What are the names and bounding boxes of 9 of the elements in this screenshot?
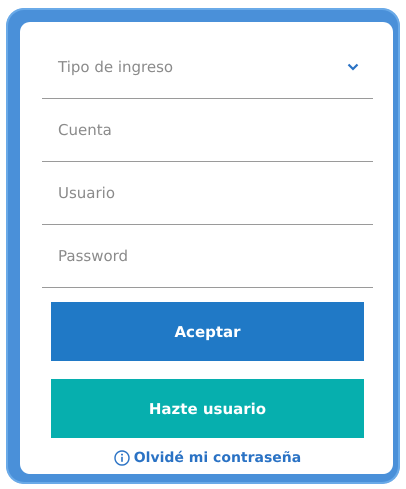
forgot-password-link[interactable]: Olvidé mi contraseña bbox=[114, 450, 302, 466]
input-field[interactable]: Usuario bbox=[42, 162, 373, 225]
type-select[interactable]: Tipo de ingreso bbox=[42, 36, 373, 99]
chevron-down-icon bbox=[347, 63, 359, 71]
input-field[interactable]: Cuenta bbox=[42, 99, 373, 162]
register-button[interactable]: Hazte usuario bbox=[51, 379, 364, 438]
input-field[interactable]: Password bbox=[42, 225, 373, 288]
accept-button[interactable]: Aceptar bbox=[51, 302, 364, 361]
info-icon bbox=[114, 450, 130, 466]
